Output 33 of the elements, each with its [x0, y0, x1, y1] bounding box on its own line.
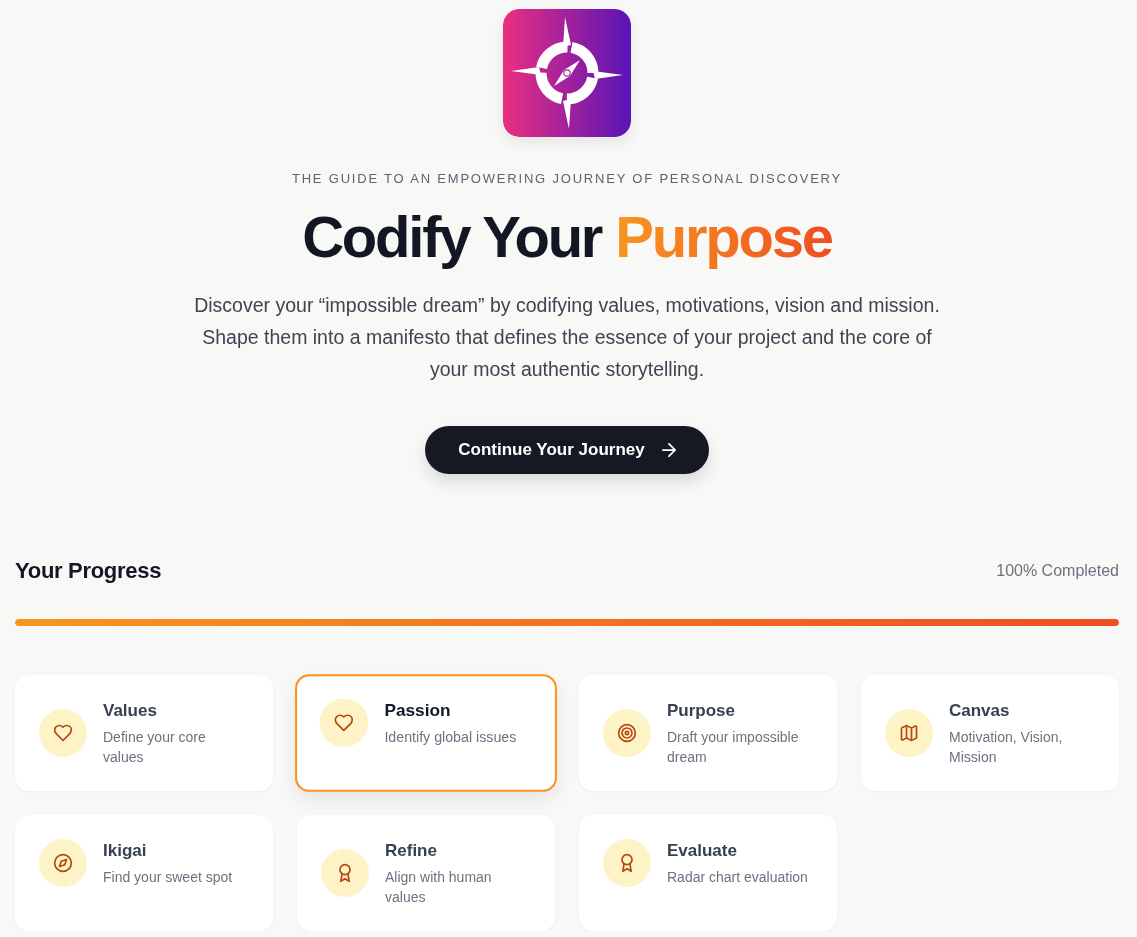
step-card[interactable]: Ikigai Find your sweet spot [15, 815, 273, 931]
step-description: Identify global issues [384, 727, 517, 748]
step-description: Motivation, Vision, Mission [949, 728, 1064, 767]
progress-status: 100% Completed [996, 561, 1119, 581]
progress-heading: Your Progress [15, 557, 162, 585]
step-title: Evaluate [667, 840, 738, 862]
hero-description: Discover your “impossible dream” by codifying values, motivations, vision and mission. Shape them into a manifesto that defines the essence of your project and the core of your most authentic storytelling. [193, 293, 941, 382]
step-title: Ikigai [103, 840, 148, 862]
arrow-right-icon [661, 443, 676, 457]
medal-icon [603, 839, 651, 887]
step-title: Passion [384, 699, 452, 722]
map-icon [885, 709, 933, 757]
step-description: Align with human values [385, 868, 493, 907]
step-description: Radar chart evaluation [667, 868, 808, 887]
step-title: Canvas [949, 700, 1011, 722]
step-card[interactable]: Passion Identify global issues [295, 674, 557, 792]
medal-icon [321, 849, 369, 897]
step-card[interactable]: Purpose Draft your impossible dream [579, 675, 837, 791]
step-description: Draft your impossible dream [667, 728, 800, 767]
step-title: Refine [385, 840, 438, 862]
step-title: Purpose [667, 700, 737, 722]
target-icon [603, 709, 651, 757]
step-card[interactable]: Canvas Motivation, Vision, Mission [861, 675, 1119, 791]
compass-icon [39, 839, 87, 887]
step-title: Values [103, 700, 158, 722]
continue-button[interactable]: Continue Your Journey [425, 426, 709, 474]
step-card[interactable]: Refine Align with human values [297, 815, 555, 931]
step-description: Find your sweet spot [103, 868, 233, 887]
step-card[interactable]: Evaluate Radar chart evaluation [579, 815, 837, 931]
hero-title: Codify Your Purpose [302, 204, 832, 270]
step-description: Define your core values [103, 728, 207, 767]
tagline: THE GUIDE TO AN EMPOWERING JOURNEY OF PERSONAL DISCOVERY [291, 170, 843, 188]
step-card[interactable]: Values Define your core values [15, 675, 273, 791]
